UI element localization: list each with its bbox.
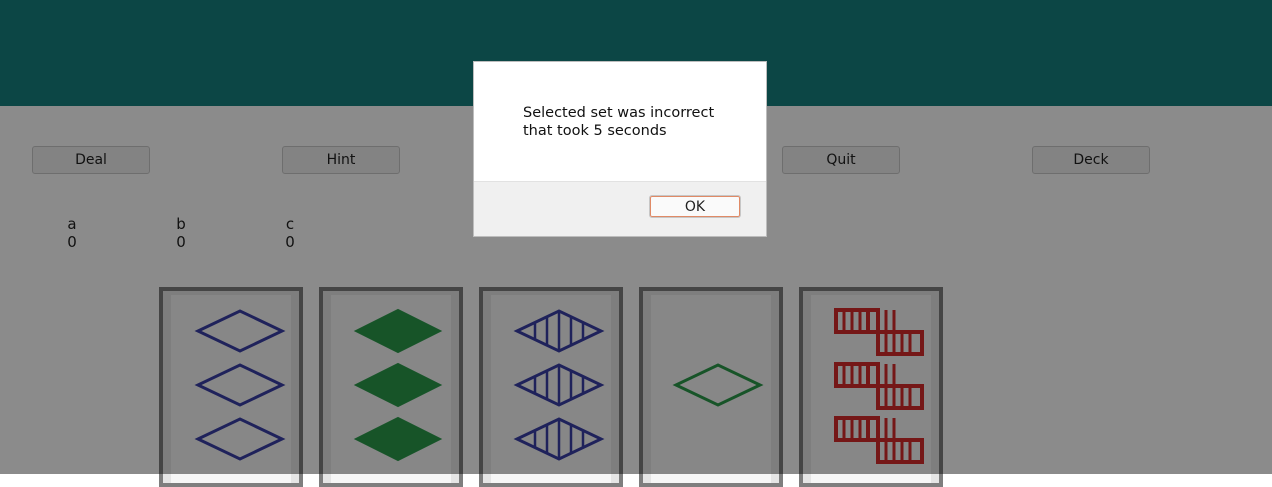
dialog-footer: OK (474, 181, 766, 236)
alert-dialog: Selected set was incorrect that took 5 s… (473, 61, 767, 237)
dialog-message-line: Selected set was incorrect (523, 105, 715, 121)
dialog-message: Selected set was incorrect that took 5 s… (523, 104, 714, 140)
dialog-message-line: that took 5 seconds (523, 123, 667, 139)
ok-button[interactable]: OK (649, 195, 741, 218)
